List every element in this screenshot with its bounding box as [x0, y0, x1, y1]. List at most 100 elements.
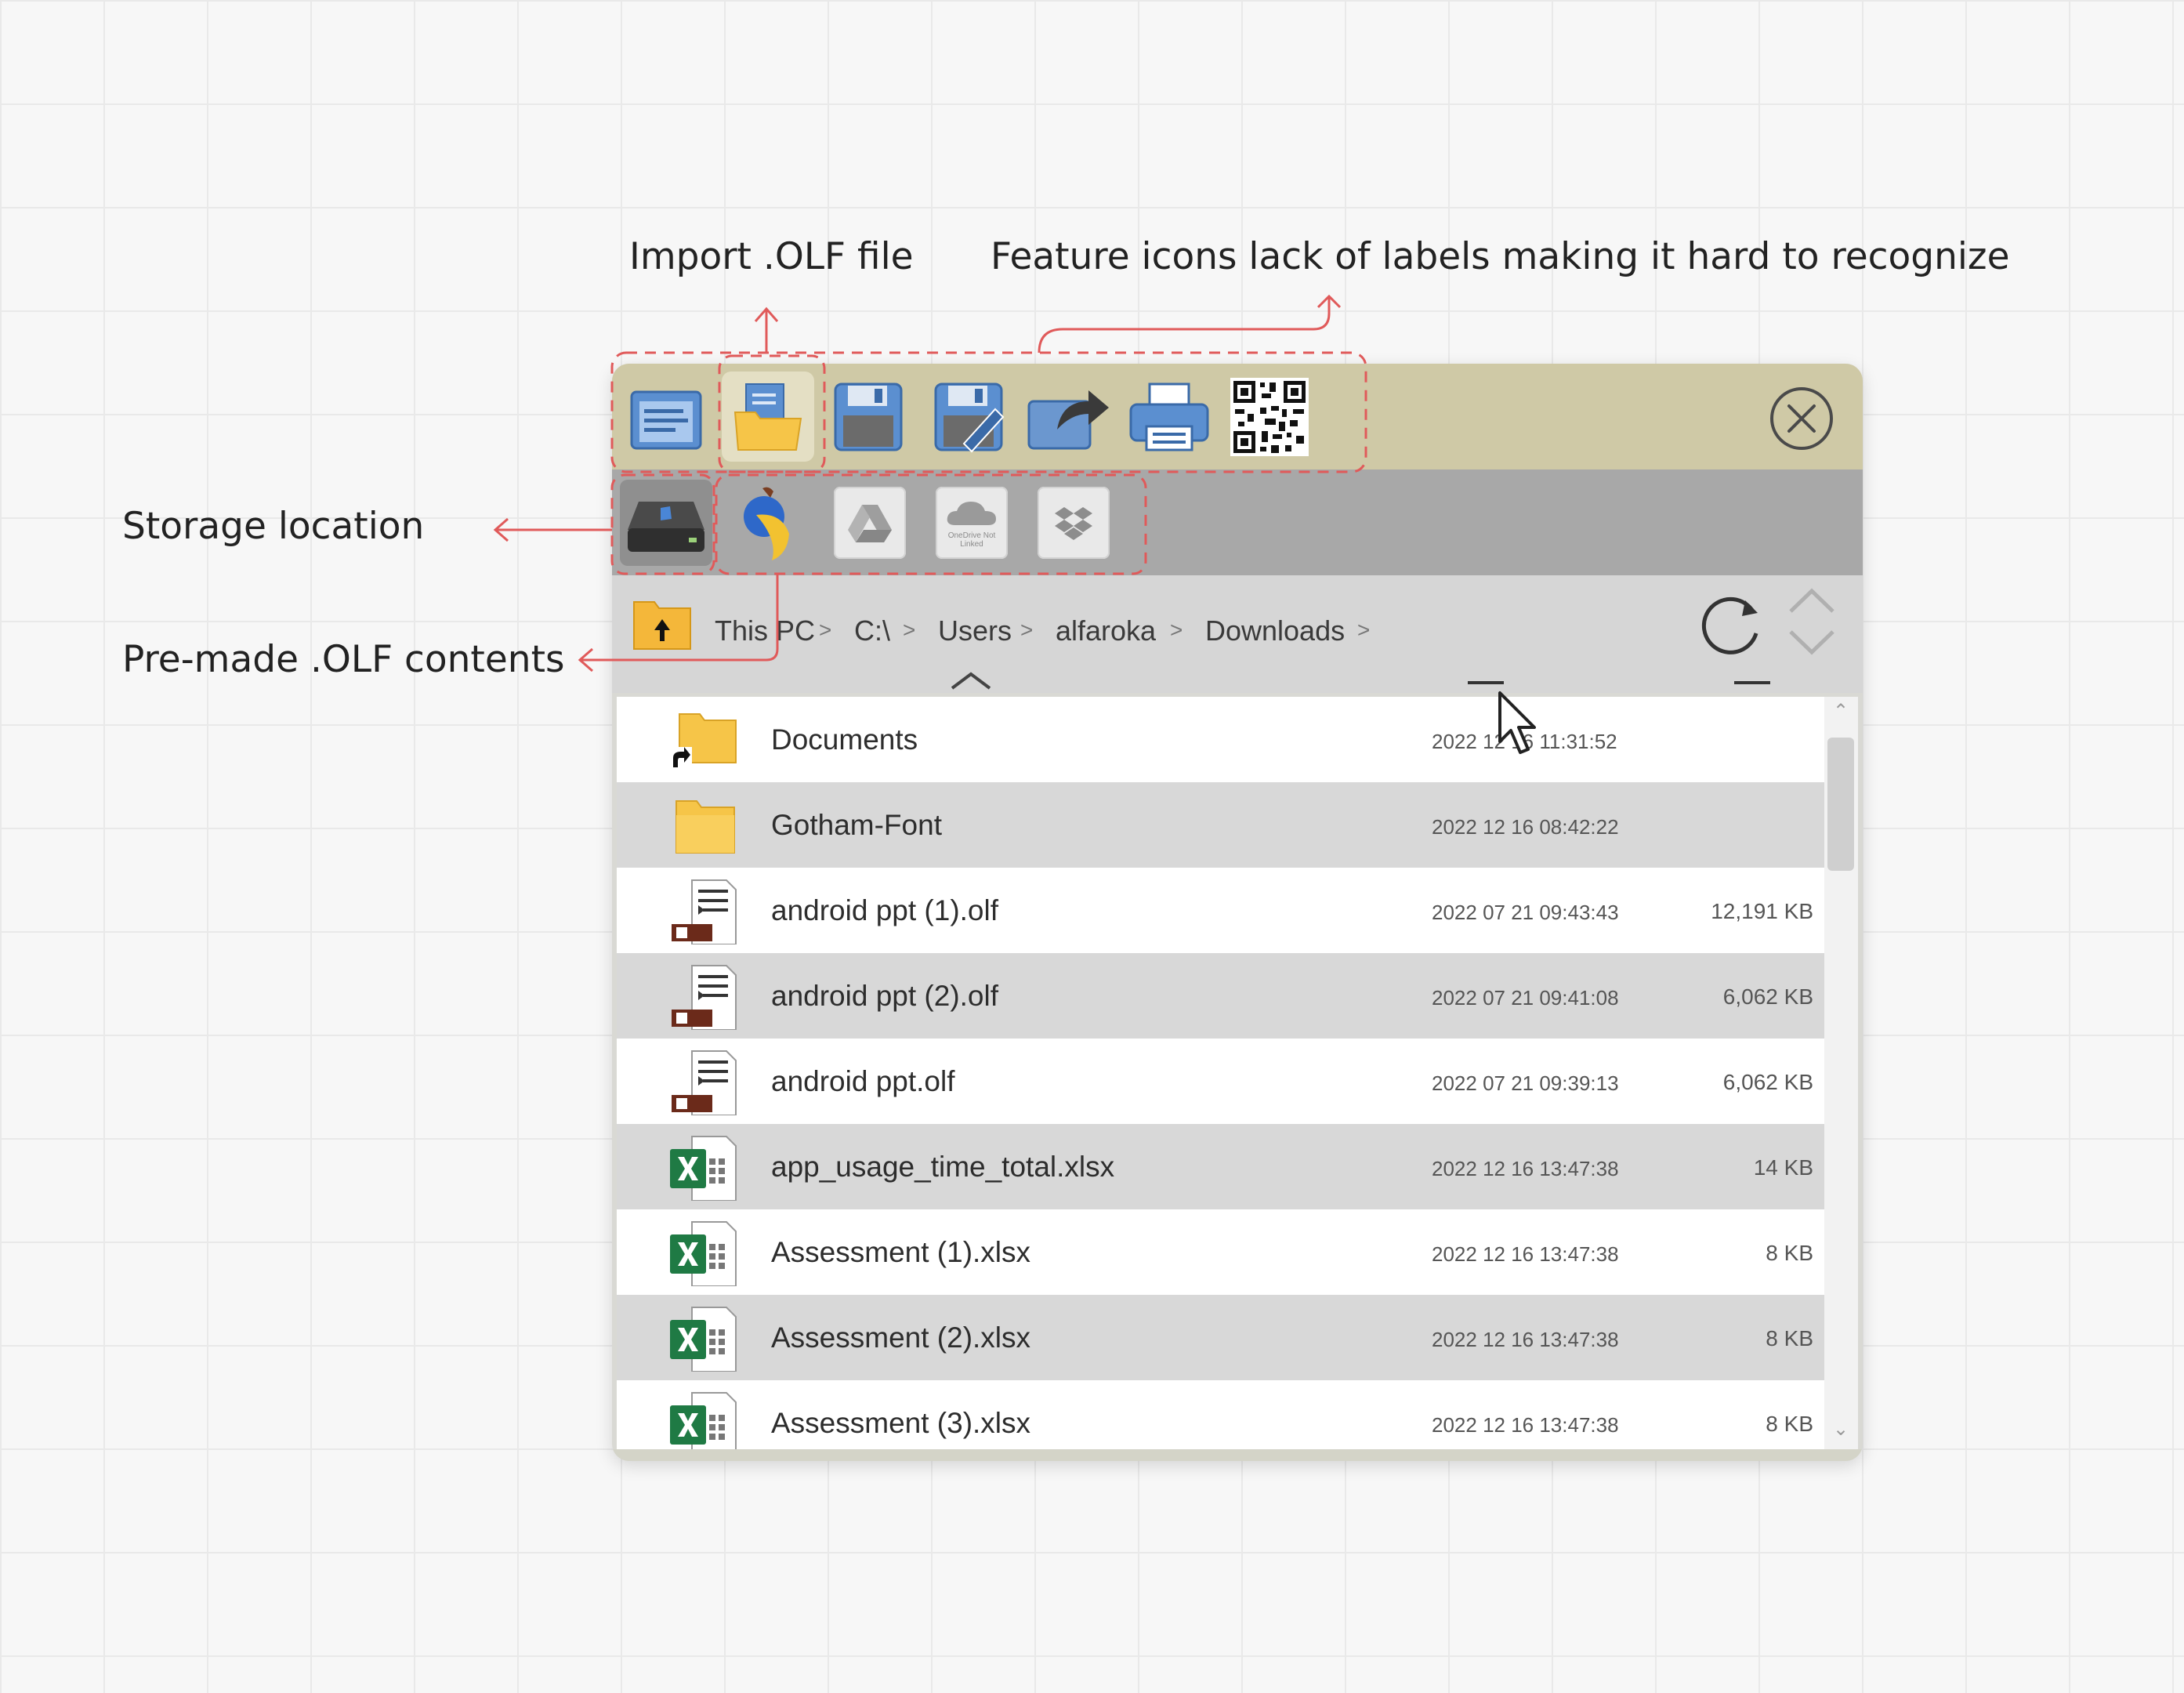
import-arrow [754, 306, 779, 353]
file-name: android ppt (2).olf [771, 980, 999, 1012]
breadcrumb-separator: > [819, 618, 832, 642]
breadcrumb-separator: > [1020, 618, 1034, 642]
up-folder-button[interactable] [631, 591, 694, 654]
folder-icon [675, 800, 735, 854]
file-row-app-usage-time-total[interactable]: app_usage_time_total.xlsx 2022 12 16 13:… [617, 1124, 1824, 1209]
breadcrumb: This PC > C:\ > Users > alfaroka > Downl… [612, 575, 1863, 693]
file-date: 2022 12 16 13:47:38 [1432, 1157, 1619, 1180]
feature-toolbar [612, 364, 1863, 469]
local-drive-icon [628, 502, 704, 552]
open-olf-file-button[interactable] [722, 372, 814, 462]
excel-file-icon [670, 1136, 737, 1201]
file-date: 2022 12 16 13:47:38 [1432, 1242, 1619, 1266]
mouse-cursor-icon [1498, 691, 1536, 754]
file-date: 2022 07 21 09:43:43 [1432, 901, 1619, 924]
scroll-down-icon[interactable]: ⌄ [1832, 1420, 1849, 1439]
olf-file-icon [672, 1050, 737, 1115]
file-row-android-ppt[interactable]: android ppt.olf 2022 07 21 09:39:13 6,06… [617, 1039, 1824, 1124]
breadcrumb-separator: > [1357, 618, 1371, 642]
dropbox-button[interactable] [1027, 480, 1120, 566]
storage-location-arrow [493, 517, 612, 542]
scrollbar-thumb[interactable] [1827, 738, 1854, 871]
file-row-assessment-1[interactable]: Assessment (1).xlsx 2022 12 16 13:47:38 … [617, 1209, 1824, 1295]
file-size: 8 KB [1766, 1241, 1813, 1265]
local-drive-button[interactable] [620, 480, 712, 566]
new-document-button[interactable] [620, 372, 712, 462]
file-list: Documents 2022 12 16 11:31:52 Gotham-Fon… [617, 697, 1824, 1449]
breadcrumb-c-drive[interactable]: C:\ [854, 614, 890, 647]
annotation-import-olf: Import .OLF file [629, 235, 914, 278]
excel-file-icon [670, 1307, 737, 1372]
sort-toggle-button[interactable] [1784, 583, 1839, 662]
file-name: android ppt.olf [771, 1065, 955, 1097]
file-row-documents[interactable]: Documents 2022 12 16 11:31:52 [617, 697, 1824, 782]
file-size: 8 KB [1766, 1326, 1813, 1350]
olf-file-icon [672, 879, 737, 944]
storage-location-bar: OneDrive Not Linked [612, 469, 1863, 575]
file-size: 12,191 KB [1711, 899, 1813, 923]
annotation-premade-olf: Pre-made .OLF contents [122, 638, 565, 681]
save-as-button[interactable] [922, 372, 1015, 462]
refresh-icon [1701, 596, 1758, 654]
close-icon [1787, 404, 1816, 433]
breadcrumb-this-pc[interactable]: This PC [715, 614, 815, 647]
qr-code-icon [1230, 377, 1309, 456]
date-column-divider [1468, 681, 1504, 684]
breadcrumb-separator: > [1170, 618, 1183, 642]
breadcrumb-alfaroka[interactable]: alfaroka [1056, 614, 1156, 647]
file-date: 2022 12 16 13:47:38 [1432, 1413, 1619, 1437]
file-date: 2022 07 21 09:41:08 [1432, 986, 1619, 1010]
file-size: 8 KB [1766, 1412, 1813, 1436]
breadcrumb-users[interactable]: Users [938, 614, 1012, 647]
onedrive-icon [947, 502, 996, 525]
file-name: Assessment (1).xlsx [771, 1236, 1031, 1268]
onedrive-caption: OneDrive Not Linked [947, 531, 996, 549]
sort-arrows-icon [1789, 588, 1834, 655]
save-icon [834, 382, 903, 451]
print-button[interactable] [1123, 372, 1215, 462]
file-row-gotham-font[interactable]: Gotham-Font 2022 12 16 08:42:22 [617, 782, 1824, 868]
qr-code-button[interactable] [1223, 372, 1316, 462]
open-folder-icon [733, 382, 802, 451]
dropbox-icon [1055, 507, 1092, 540]
breadcrumb-downloads[interactable]: Downloads [1205, 614, 1345, 647]
google-drive-button[interactable] [824, 480, 916, 566]
olf-file-icon [672, 965, 737, 1030]
save-button[interactable] [822, 372, 915, 462]
onedrive-button[interactable]: OneDrive Not Linked [925, 480, 1018, 566]
file-row-assessment-3[interactable]: Assessment (3).xlsx 2022 12 16 13:47:38 … [617, 1380, 1824, 1449]
file-row-assessment-2[interactable]: Assessment (2).xlsx 2022 12 16 13:47:38 … [617, 1295, 1824, 1380]
file-size: 14 KB [1753, 1155, 1813, 1180]
file-name: Assessment (3).xlsx [771, 1407, 1031, 1439]
file-row-android-ppt-1[interactable]: android ppt (1).olf 2022 07 21 09:43:43 … [617, 868, 1824, 953]
file-name: app_usage_time_total.xlsx [771, 1151, 1115, 1183]
file-name: Documents [771, 723, 918, 756]
excel-file-icon [670, 1392, 737, 1449]
file-size: 6,062 KB [1722, 984, 1813, 1009]
window-bottom-edge [612, 1449, 1863, 1461]
share-button[interactable] [1023, 372, 1115, 462]
file-name: Assessment (2).xlsx [771, 1321, 1031, 1354]
folder-shortcut-icon [668, 713, 737, 770]
file-name: android ppt (1).olf [771, 894, 999, 926]
file-name: Gotham-Font [771, 809, 942, 841]
file-size: 6,062 KB [1722, 1070, 1813, 1094]
file-row-android-ppt-2[interactable]: android ppt (2).olf 2022 07 21 09:41:08 … [617, 953, 1824, 1039]
print-icon [1129, 382, 1209, 451]
premade-content-button[interactable] [722, 480, 814, 566]
scroll-up-icon[interactable]: ⌃ [1832, 702, 1849, 721]
excel-file-icon [670, 1221, 737, 1286]
sort-name-ascending-icon [951, 672, 991, 690]
file-date: 2022 12 16 13:47:38 [1432, 1328, 1619, 1351]
new-document-icon [630, 390, 702, 449]
google-drive-icon [848, 505, 892, 542]
close-button[interactable] [1770, 387, 1833, 450]
file-date: 2022 07 21 09:39:13 [1432, 1071, 1619, 1095]
vertical-scrollbar[interactable]: ⌃ ⌄ [1824, 697, 1858, 1449]
file-dialog-window: OneDrive Not Linked This PC > C:\ > User… [612, 364, 1863, 1461]
annotation-storage-location: Storage location [122, 505, 425, 548]
share-icon [1027, 390, 1109, 449]
refresh-button[interactable] [1693, 588, 1769, 663]
up-folder-icon [633, 601, 691, 650]
file-date: 2022 12 16 08:42:22 [1432, 815, 1619, 839]
